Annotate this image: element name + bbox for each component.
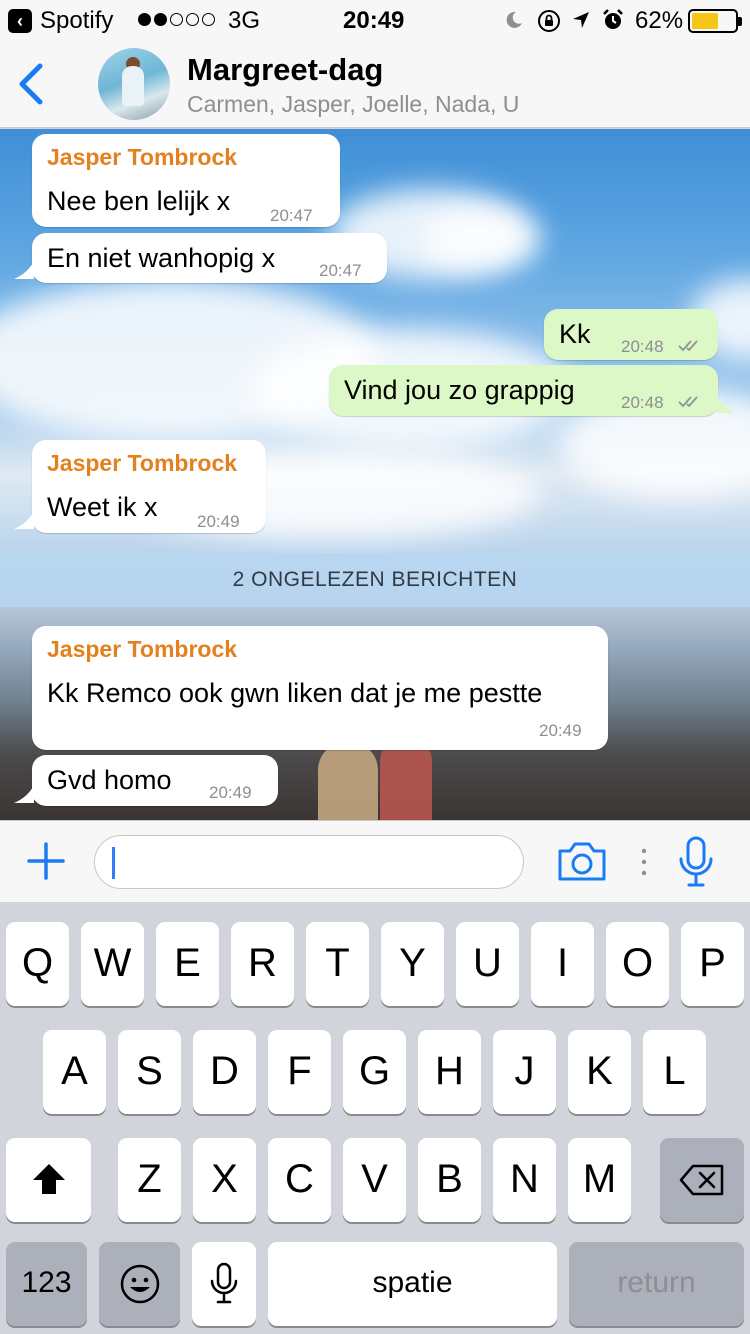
signal-strength-icon: [138, 13, 215, 26]
key-k[interactable]: K: [568, 1030, 631, 1114]
key-d[interactable]: D: [193, 1030, 256, 1114]
message-time: 20:48: [621, 393, 664, 412]
back-chevron-icon[interactable]: [14, 60, 48, 108]
key-w[interactable]: W: [81, 922, 144, 1006]
message-sender: Jasper Tombrock: [47, 144, 238, 170]
chat-area[interactable]: Jasper Tombrock Nee ben lelijk x 20:47 E…: [0, 129, 750, 820]
read-receipt-icon: [678, 396, 698, 408]
message-text: Kk Remco ook gwn liken dat je me pestte: [47, 678, 543, 708]
message-time: 20:47: [270, 206, 313, 225]
do-not-disturb-icon: [506, 11, 522, 28]
key-x[interactable]: X: [193, 1138, 256, 1222]
message-text: Gvd homo: [47, 765, 172, 795]
message-bubble[interactable]: Kk 20:48: [544, 309, 718, 360]
key-v[interactable]: V: [343, 1138, 406, 1222]
text-caret: [112, 847, 115, 879]
message-input[interactable]: [94, 835, 524, 889]
chat-members[interactable]: Carmen, Jasper, Joelle, Nada, U: [187, 91, 519, 118]
battery-level: [692, 13, 718, 29]
shift-icon: [32, 1164, 65, 1194]
back-to-app-icon[interactable]: ‹: [8, 9, 32, 33]
camera-icon[interactable]: [556, 839, 608, 883]
message-bubble[interactable]: Vind jou zo grappig 20:48: [329, 365, 718, 416]
plus-icon[interactable]: [26, 841, 66, 881]
key-q[interactable]: Q: [6, 922, 69, 1006]
message-text: Kk: [559, 319, 591, 349]
message-sender: Jasper Tombrock: [47, 450, 238, 476]
chat-header: Margreet-dag Carmen, Jasper, Joelle, Nad…: [0, 40, 750, 128]
key-s[interactable]: S: [118, 1030, 181, 1114]
message-bubble[interactable]: En niet wanhopig x 20:47: [32, 233, 387, 283]
key-l[interactable]: L: [643, 1030, 706, 1114]
more-dots-icon: [641, 848, 647, 876]
key-t[interactable]: T: [306, 922, 369, 1006]
key-n[interactable]: N: [493, 1138, 556, 1222]
message-text: Weet ik x: [47, 492, 158, 522]
chat-title[interactable]: Margreet-dag: [187, 52, 383, 88]
message-text: Vind jou zo grappig: [344, 375, 575, 405]
key-i[interactable]: I: [531, 922, 594, 1006]
backspace-key[interactable]: [660, 1138, 744, 1222]
key-r[interactable]: R: [231, 922, 294, 1006]
message-time: 20:49: [197, 512, 240, 531]
read-receipt-icon: [678, 340, 698, 352]
key-c[interactable]: C: [268, 1138, 331, 1222]
key-p[interactable]: P: [681, 922, 744, 1006]
message-time: 20:49: [209, 783, 252, 802]
unread-messages-banner: 2 ONGELEZEN BERICHTEN: [0, 553, 750, 607]
backspace-icon: [679, 1164, 724, 1196]
clock: 20:49: [343, 7, 405, 34]
message-bubble[interactable]: Jasper Tombrock Nee ben lelijk x 20:47: [32, 134, 340, 227]
status-bar: ‹ Spotify 3G 20:49 62%: [0, 0, 750, 40]
key-u[interactable]: U: [456, 922, 519, 1006]
battery-icon: [688, 9, 742, 33]
message-bubble[interactable]: Jasper Tombrock Kk Remco ook gwn liken d…: [32, 626, 608, 750]
composer-bar: [0, 820, 750, 902]
key-z[interactable]: Z: [118, 1138, 181, 1222]
keyboard: Q W E R T Y U I O P A S D F G H J K L Z …: [0, 902, 750, 1334]
key-o[interactable]: O: [606, 922, 669, 1006]
key-g[interactable]: G: [343, 1030, 406, 1114]
message-text: Nee ben lelijk x: [47, 186, 231, 216]
bubble-tail: [14, 785, 34, 803]
numbers-key[interactable]: 123: [6, 1242, 87, 1326]
dictation-key[interactable]: [192, 1242, 256, 1326]
key-f[interactable]: F: [268, 1030, 331, 1114]
dictation-icon: [210, 1262, 238, 1304]
back-app-label[interactable]: Spotify: [40, 7, 113, 35]
key-y[interactable]: Y: [381, 922, 444, 1006]
message-bubble[interactable]: Jasper Tombrock Weet ik x 20:49: [32, 440, 266, 533]
bubble-tail: [14, 261, 34, 279]
message-time: 20:47: [319, 261, 362, 280]
emoji-icon: [120, 1264, 159, 1304]
message-time: 20:48: [621, 337, 664, 356]
battery-percentage: 62%: [635, 7, 684, 34]
key-j[interactable]: J: [493, 1030, 556, 1114]
bubble-tail: [716, 395, 736, 413]
message-time: 20:49: [539, 721, 582, 740]
message-sender: Jasper Tombrock: [47, 636, 238, 662]
emoji-key[interactable]: [99, 1242, 180, 1326]
group-avatar[interactable]: [98, 48, 170, 120]
return-key[interactable]: return: [569, 1242, 744, 1326]
key-e[interactable]: E: [156, 922, 219, 1006]
key-h[interactable]: H: [418, 1030, 481, 1114]
key-a[interactable]: A: [43, 1030, 106, 1114]
microphone-icon[interactable]: [676, 835, 716, 889]
shift-key[interactable]: [6, 1138, 91, 1222]
bubble-tail: [14, 511, 34, 529]
key-m[interactable]: M: [568, 1138, 631, 1222]
message-bubble[interactable]: Gvd homo 20:49: [32, 755, 278, 806]
network-type: 3G: [228, 7, 261, 34]
location-icon: [573, 12, 589, 28]
space-key[interactable]: spatie: [268, 1242, 557, 1326]
alarm-icon: [603, 9, 623, 29]
message-text: En niet wanhopig x: [47, 243, 276, 273]
key-b[interactable]: B: [418, 1138, 481, 1222]
rotation-lock-icon: [538, 10, 560, 32]
